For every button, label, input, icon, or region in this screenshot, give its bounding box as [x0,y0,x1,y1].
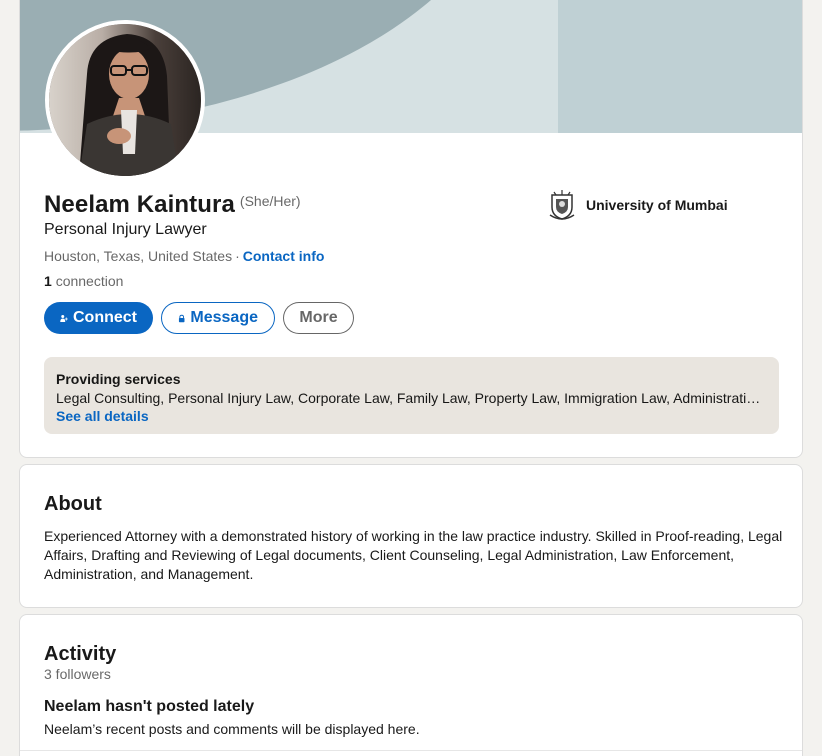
profile-avatar[interactable] [45,20,205,180]
activity-card: Activity 3 followers Neelam hasn't poste… [19,614,803,756]
contact-info-link[interactable]: Contact info [243,248,325,264]
about-card: About Experienced Attorney with a demons… [19,464,803,608]
profile-location-row: Houston, Texas, United States · Contact in… [44,248,324,264]
connect-label: Connect [73,309,137,326]
profile-name: Neelam Kaintura [44,191,235,218]
connect-button[interactable]: Connect [44,302,153,334]
profile-pronouns: (She/Her) [239,193,301,209]
more-button[interactable]: More [283,302,354,334]
activity-empty-title: Neelam hasn't posted lately [44,698,255,715]
services-list: Legal Consulting, Personal Injury Law, C… [56,390,765,406]
education-link[interactable]: University of Mumbai [546,189,728,221]
connections-label: connection [55,273,124,289]
profile-headline: Personal Injury Lawyer [44,221,207,238]
education-name: University of Mumbai [586,197,728,213]
about-text: Experienced Attorney with a demonstrated… [44,528,783,582]
profile-photo-icon [49,24,201,176]
services-title: Providing services [56,371,181,387]
more-label: More [299,309,338,326]
about-title: About [44,493,102,515]
followers-count[interactable]: 3 followers [44,666,111,682]
location-separator: · [235,248,240,264]
add-person-icon [60,314,68,322]
profile-card: Neelam Kaintura (She/Her) Personal Injur… [19,0,803,458]
providing-services-box: Providing services Legal Consulting, Per… [44,357,779,434]
message-button[interactable]: Message [161,302,275,334]
activity-title: Activity [44,643,117,665]
university-crest-icon [549,190,575,220]
connections-number: 1 [44,273,52,289]
profile-actions: Connect Message More [44,302,354,334]
message-label: Message [190,309,258,326]
activity-empty-description: Neelam’s recent posts and comments will … [44,721,420,737]
connections-count[interactable]: 1 connection [44,273,123,289]
lock-icon [178,314,185,322]
see-all-details-link[interactable]: See all details [56,408,149,424]
profile-location: Houston, Texas, United States [44,248,233,264]
divider [20,750,802,751]
